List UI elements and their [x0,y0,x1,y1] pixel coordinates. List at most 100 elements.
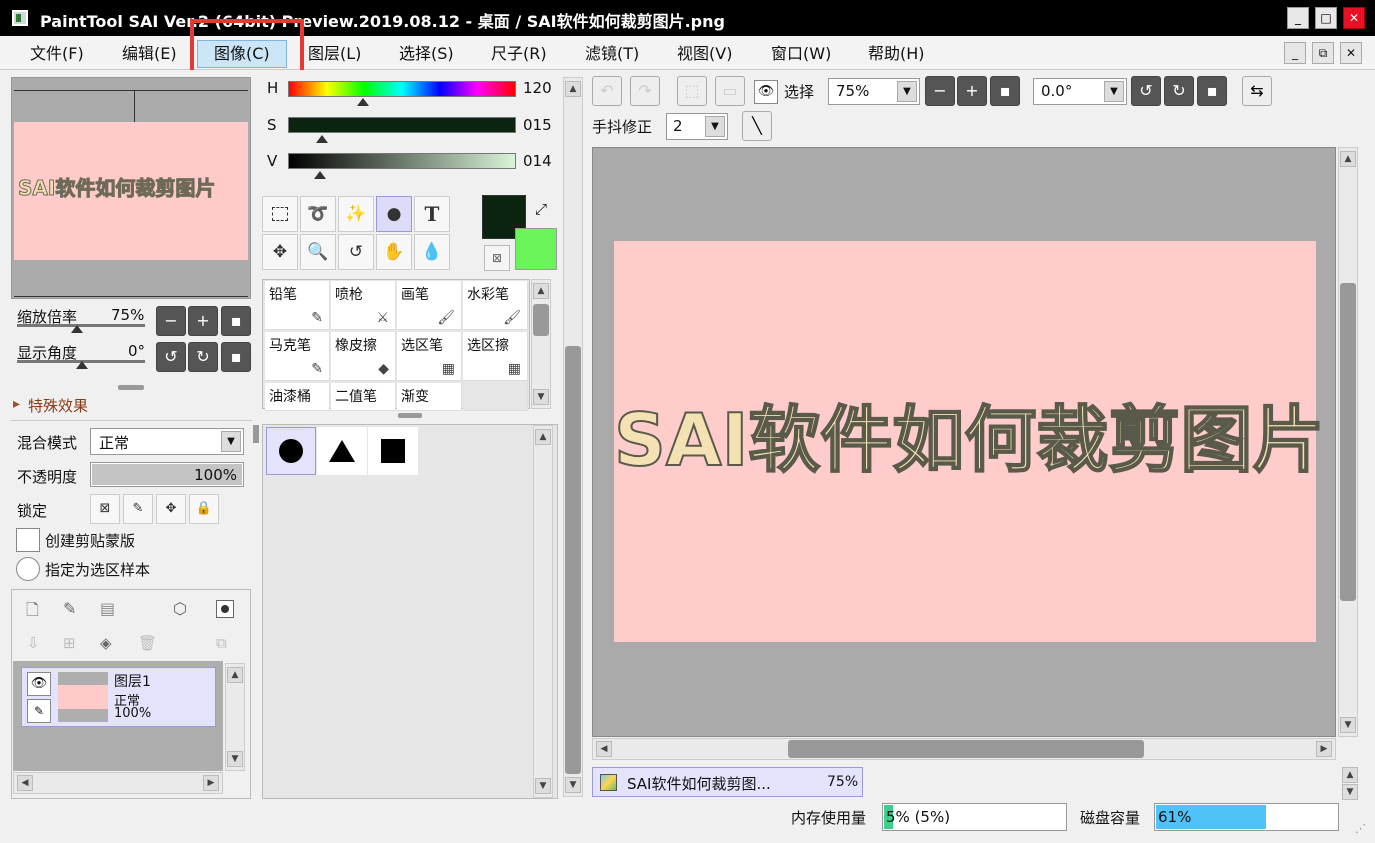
brush-slot[interactable]: 选区笔 ▦ [397,332,462,381]
brush-slot[interactable]: 油漆桶 [265,383,330,411]
scroll-down-icon[interactable]: ▼ [1340,717,1356,733]
new-layer-icon[interactable]: 🗋 [26,599,39,626]
brush-slot[interactable]: 选区擦 ▦ [463,332,528,381]
circle-shape-button[interactable] [266,427,316,475]
square-shape-button[interactable] [368,427,418,475]
flip-horizontal-icon[interactable]: ⇆ [1242,76,1272,106]
delete-layer-icon[interactable]: 🗑 [138,634,157,652]
brush-slot[interactable]: 渐变 [397,383,462,411]
navigator-panel[interactable]: SAI软件如何裁剪图片 [11,77,251,299]
scroll-left-icon[interactable]: ◀ [17,775,33,791]
menu-edit[interactable]: 编辑(E) [112,41,187,67]
scroll-left-icon[interactable]: ◀ [596,741,612,757]
scroll-down-icon[interactable]: ▼ [565,777,581,793]
rotate-right-button[interactable]: ↻ [188,342,218,372]
brush-slot[interactable]: 二值笔 [331,383,396,411]
scroll-right-icon[interactable]: ▶ [203,775,219,791]
tab-scroll-up-icon[interactable]: ▲ [1342,767,1358,783]
angle-slider-handle[interactable] [76,361,88,369]
selection-source-checkbox[interactable] [16,557,40,581]
canvas-vscroll-thumb[interactable] [1340,283,1356,601]
stabilizer-select[interactable]: 2 ▼ [666,113,728,140]
close-button[interactable]: ✕ [1343,7,1365,29]
resize-grip-icon[interactable]: ⋰ [1355,822,1366,835]
canvas-vscrollbar[interactable]: ▲ ▼ [1338,147,1358,737]
brush-slot[interactable]: 马克笔 ✎ [265,332,330,381]
scroll-up-icon[interactable]: ▲ [1340,151,1356,167]
straight-line-icon[interactable]: ╲ [742,111,772,141]
saturation-slider[interactable] [288,117,516,133]
scroll-up-icon[interactable]: ▲ [535,429,551,445]
new-linework-layer-icon[interactable]: ✎ [63,599,76,618]
document-tab[interactable]: SAI软件如何裁剪图... 75% [592,767,863,797]
scroll-right-icon[interactable]: ▶ [1316,741,1332,757]
angle-select[interactable]: 0.0° ▼ [1033,78,1127,105]
minimize-button[interactable]: _ [1287,7,1309,29]
deselect-icon[interactable]: ⬚ [677,76,707,106]
merge-down-icon[interactable]: ⇩ [27,634,40,652]
shape-scrollbar[interactable]: ▲ ▼ [533,425,553,798]
scroll-down-icon[interactable]: ▼ [227,751,243,767]
clear-layer-icon[interactable]: ◈ [100,634,112,652]
menu-filter[interactable]: 滤镜(T) [575,41,649,67]
clip-mask-checkbox[interactable] [16,528,40,552]
transfer-layer-icon[interactable]: ⧉ [216,634,227,652]
menu-ruler[interactable]: 尺子(R) [481,41,557,67]
panel-splitter[interactable] [398,413,422,418]
rotate-left-button[interactable]: ↺ [156,342,186,372]
zoom-select[interactable]: 75% ▼ [828,78,920,105]
mdi-minimize-button[interactable]: _ [1284,42,1306,64]
triangle-shape-button[interactable] [317,427,367,475]
canvas-hscroll-thumb[interactable] [788,740,1144,758]
rotate-icon[interactable]: ↺ [338,234,374,270]
canvas-hscrollbar[interactable]: ◀ ▶ [592,738,1336,760]
color-pick-select-icon[interactable]: ● [376,196,412,232]
zoom-icon[interactable]: 🔍 [300,234,336,270]
selection-visibility-eye-icon[interactable]: 👁 [754,80,778,104]
toolbar-rotate-right-button[interactable]: ↻ [1164,76,1194,106]
blend-mode-select[interactable]: 正常 ▼ [90,428,244,455]
brush-slot[interactable]: 铅笔 ✎ [265,281,330,330]
brush-slot[interactable]: 水彩笔 🖌 [463,281,528,330]
left-column-scroll-thumb[interactable] [253,425,259,443]
brush-slot-empty[interactable] [463,383,528,411]
eye-icon[interactable]: 👁 [27,672,51,696]
toolbar-zoom-out-button[interactable]: − [925,76,955,106]
brush-slot[interactable]: 喷枪 ⚔ [331,281,396,330]
scroll-up-icon[interactable]: ▲ [227,667,243,683]
eyedropper-icon[interactable]: 💧 [414,234,450,270]
canvas-document[interactable]: SAI软件如何裁剪图片 [613,241,1325,642]
hand-icon[interactable]: ✋ [376,234,412,270]
maximize-button[interactable]: □ [1315,7,1337,29]
layer-mask-icon[interactable] [216,600,234,618]
menu-layer[interactable]: 图层(L) [298,41,371,67]
zoom-slider-handle[interactable] [71,325,83,333]
lock-move-icon[interactable]: ✥ [156,494,186,524]
value-slider[interactable] [288,153,516,169]
move-icon[interactable]: ✥ [262,234,298,270]
saturation-slider-handle[interactable] [316,135,329,143]
zoom-in-button[interactable]: + [188,306,218,336]
transparent-color-icon[interactable]: ⊠ [484,245,510,271]
effects-label[interactable]: 特殊效果 [28,395,88,416]
scroll-down-icon[interactable]: ▼ [533,389,549,405]
rect-select-icon[interactable] [262,196,298,232]
effects-chevron-icon[interactable]: ▸ [13,396,20,412]
mdi-restore-button[interactable]: ⧉ [1312,42,1334,64]
pen-icon[interactable]: ✎ [27,699,51,723]
toolbar-zoom-in-button[interactable]: + [957,76,987,106]
layer-list-hscrollbar[interactable]: ◀ ▶ [13,772,223,794]
brush-scroll-thumb[interactable] [533,304,549,336]
redo-icon[interactable]: ↷ [630,76,660,106]
menu-window[interactable]: 窗口(W) [761,41,841,67]
hue-slider[interactable] [288,81,516,97]
value-slider-handle[interactable] [313,171,326,179]
middle-scroll-thumb[interactable] [565,346,581,774]
layer-row[interactable]: 👁 ✎ 图层1 正常 100% [21,667,216,727]
copy-layer-icon[interactable]: ⊞ [63,634,76,652]
zoom-out-button[interactable]: − [156,306,186,336]
menu-view[interactable]: 视图(V) [667,41,742,67]
toolbar-rotate-left-button[interactable]: ↺ [1131,76,1161,106]
middle-column-scrollbar[interactable]: ▲ ▼ [563,77,583,797]
lock-all-icon[interactable]: 🔒 [189,494,219,524]
